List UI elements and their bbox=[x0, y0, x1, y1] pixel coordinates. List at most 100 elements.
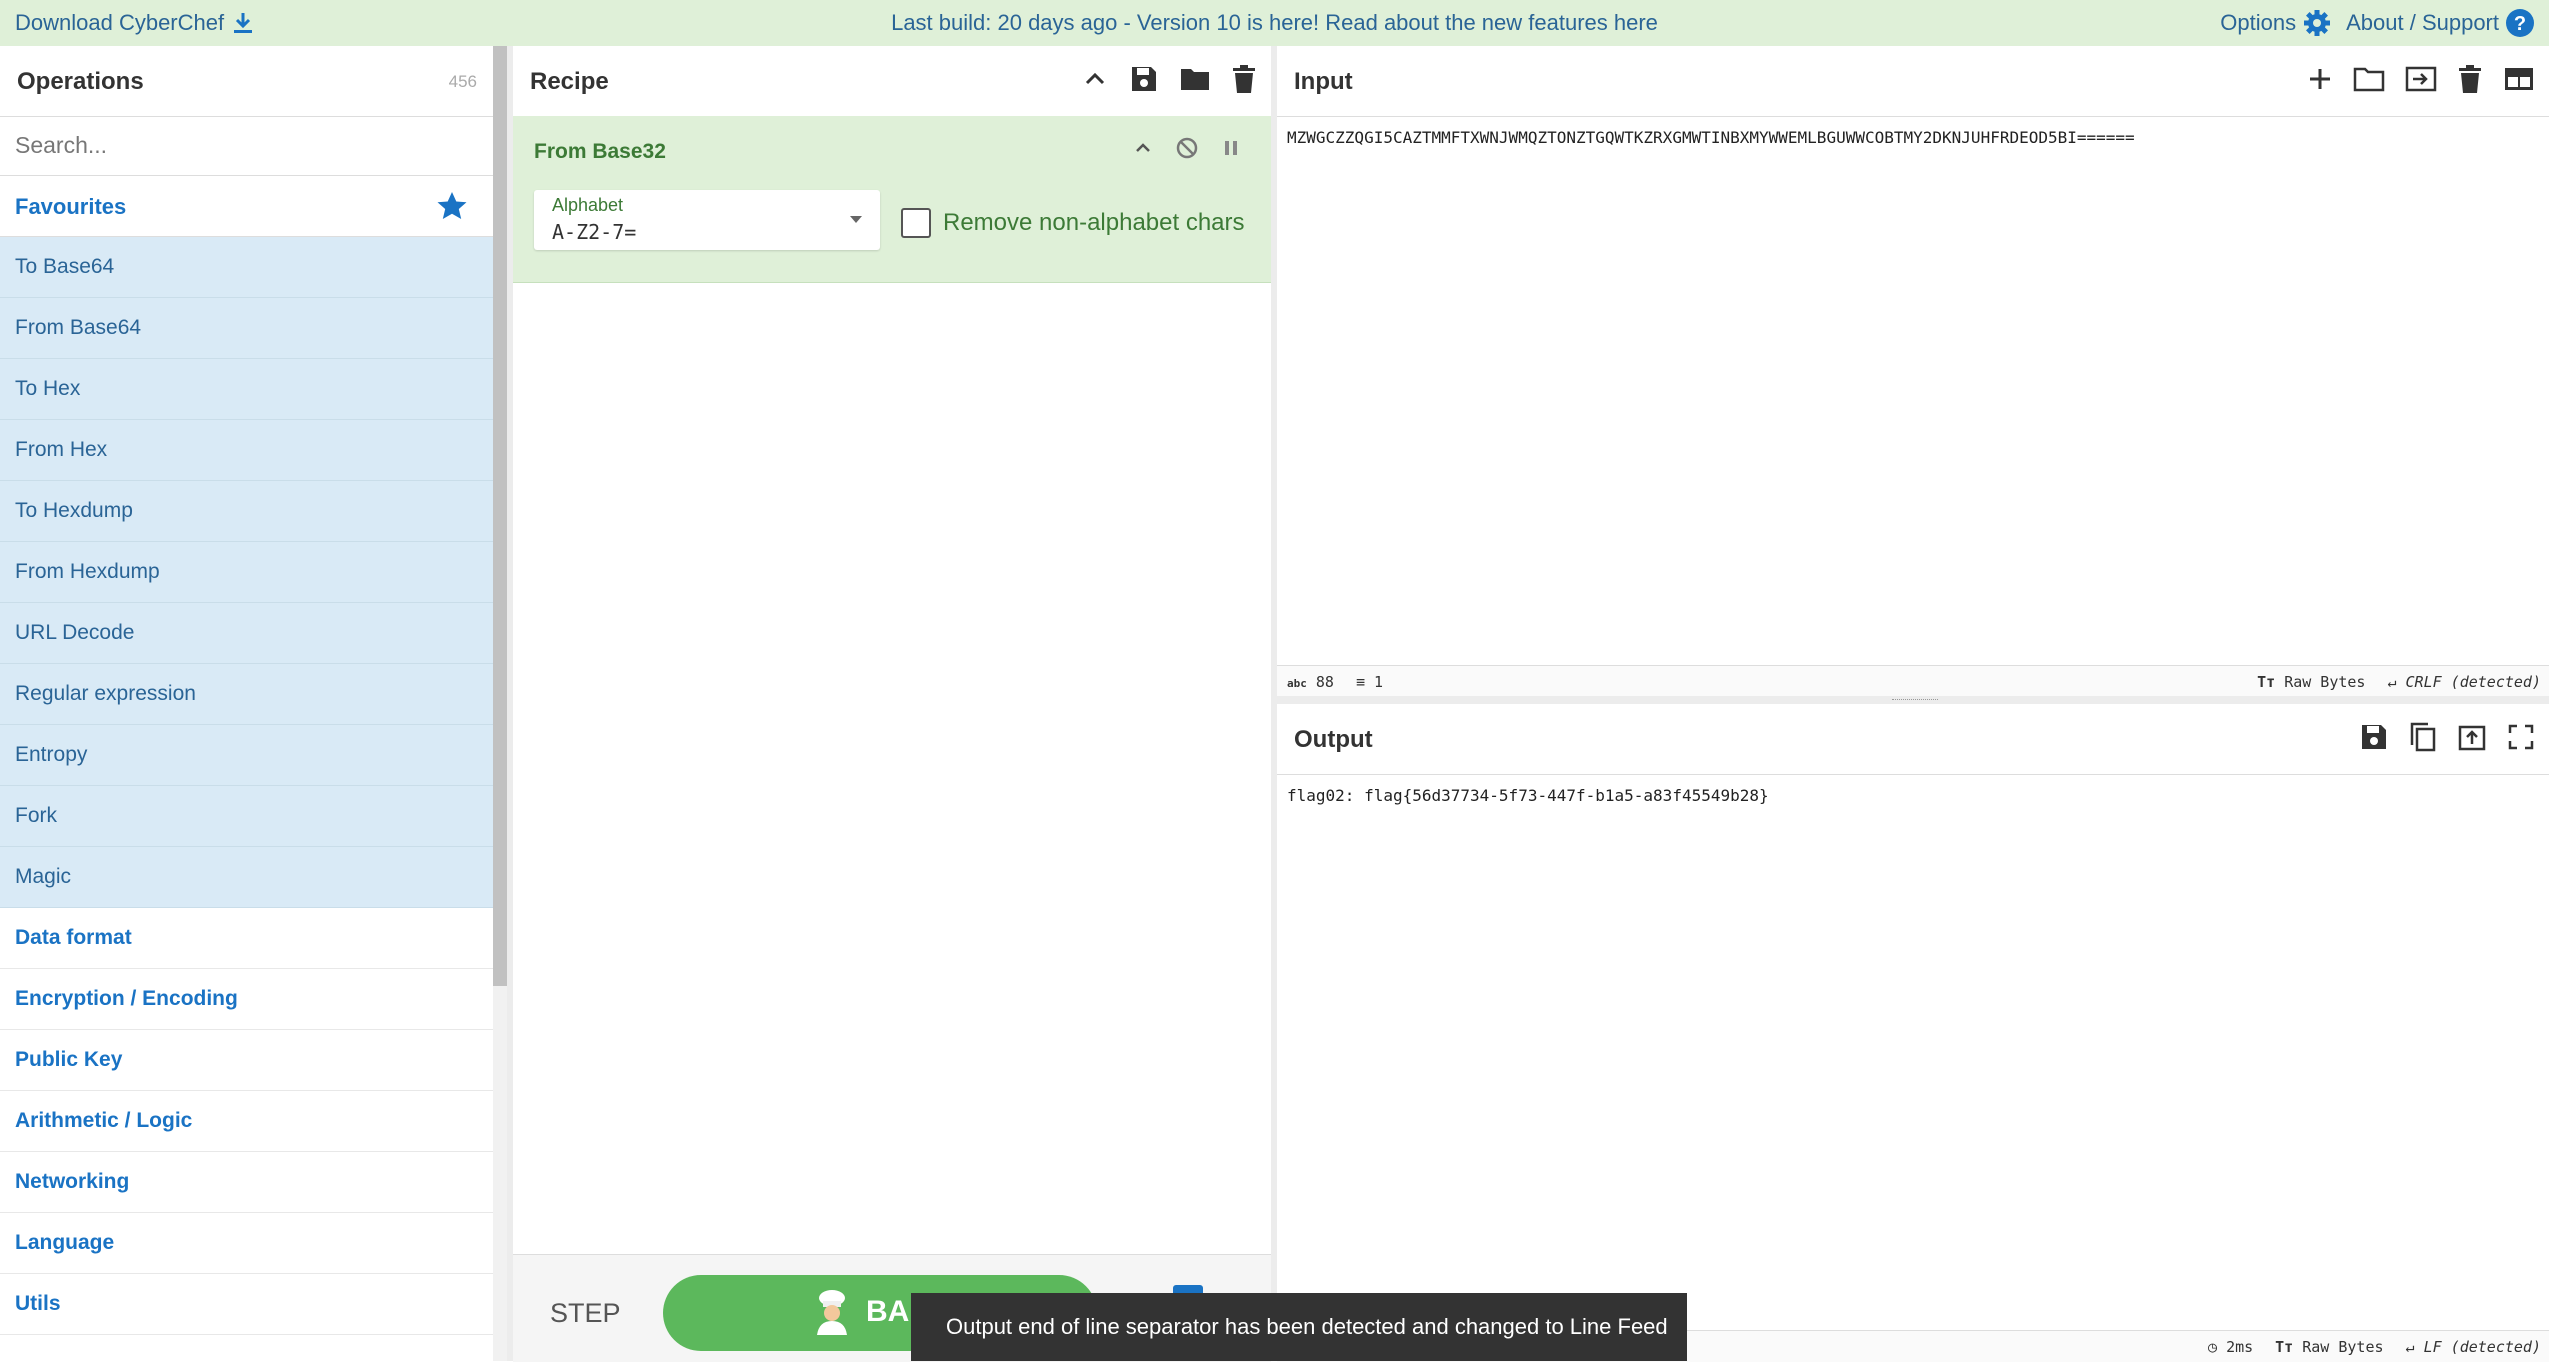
input-header: Input bbox=[1277, 46, 2549, 117]
favourite-op-magic[interactable]: Magic bbox=[0, 847, 493, 908]
replace-input-icon[interactable] bbox=[2457, 722, 2487, 752]
favourite-op-to-hexdump[interactable]: To Hexdump bbox=[0, 481, 493, 542]
category-encryption-encoding[interactable]: Encryption / Encoding bbox=[0, 969, 493, 1030]
op-label: To Hexdump bbox=[15, 499, 133, 522]
star-icon[interactable] bbox=[436, 190, 468, 222]
build-notice[interactable]: Last build: 20 days ago - Version 10 is … bbox=[0, 10, 2549, 36]
remove-non-alphabet-checkbox[interactable] bbox=[901, 208, 931, 238]
input-encoding-selector[interactable]: Tт Raw Bytes bbox=[2257, 673, 2365, 691]
gear-icon bbox=[2304, 10, 2331, 36]
category-public-key[interactable]: Public Key bbox=[0, 1030, 493, 1091]
search-box bbox=[0, 117, 493, 176]
op-label: To Hex bbox=[15, 377, 81, 400]
op-label: From Hex bbox=[15, 438, 108, 461]
category-label: Arithmetic / Logic bbox=[15, 1109, 193, 1132]
output-title: Output bbox=[1294, 726, 1373, 753]
favourite-op-to-hex[interactable]: To Hex bbox=[0, 359, 493, 420]
favourite-op-entropy[interactable]: Entropy bbox=[0, 725, 493, 786]
operations-header: Operations 456 bbox=[0, 46, 493, 117]
step-button[interactable]: STEP bbox=[550, 1298, 621, 1329]
recipe-operation-from-base32[interactable]: From Base32 Alphabet A-Z2-7= Remove non-… bbox=[513, 116, 1271, 283]
maximise-icon[interactable] bbox=[2507, 723, 2535, 751]
favourite-op-to-base64[interactable]: To Base64 bbox=[0, 237, 493, 298]
favourite-op-fork[interactable]: Fork bbox=[0, 786, 493, 847]
add-tab-plus-icon[interactable] bbox=[2307, 66, 2333, 92]
about-support-link[interactable]: About / Support ? bbox=[2346, 8, 2535, 38]
recipe-header: Recipe bbox=[513, 46, 1271, 117]
category-utils[interactable]: Utils bbox=[0, 1274, 493, 1335]
category-label: Networking bbox=[15, 1170, 130, 1193]
clear-input-trash-icon[interactable] bbox=[2457, 64, 2483, 94]
category-arithmetic-logic[interactable]: Arithmetic / Logic bbox=[0, 1091, 493, 1152]
operations-count: 456 bbox=[448, 72, 477, 91]
disable-operation-icon[interactable] bbox=[1175, 136, 1199, 160]
operations-title: Operations bbox=[17, 68, 144, 95]
recipe-panel: Recipe From Base32 Alphabet A-Z2-7= Remo… bbox=[513, 46, 1271, 1362]
notification-toast: Output end of line separator has been de… bbox=[911, 1293, 1687, 1361]
clear-recipe-trash-icon[interactable] bbox=[1231, 64, 1257, 94]
bake-label: BA bbox=[866, 1295, 910, 1328]
favourites-category[interactable]: Favourites bbox=[0, 176, 493, 237]
op-label: Magic bbox=[15, 865, 72, 888]
favourite-op-from-hex[interactable]: From Hex bbox=[0, 420, 493, 481]
copy-output-icon[interactable] bbox=[2409, 722, 2437, 752]
lines-info: ≡ 1 bbox=[1356, 673, 1383, 691]
category-networking[interactable]: Networking bbox=[0, 1152, 493, 1213]
op-label: Entropy bbox=[15, 743, 88, 766]
row-resizer[interactable] bbox=[1277, 696, 2549, 704]
bake-time-info: ◷ 2ms bbox=[2208, 1338, 2253, 1356]
svg-text:?: ? bbox=[2514, 13, 2526, 35]
output-encoding-selector[interactable]: Tт Raw Bytes bbox=[2275, 1338, 2383, 1356]
recipe-operation-name: From Base32 bbox=[534, 140, 666, 163]
favourite-op-url-decode[interactable]: URL Decode bbox=[0, 603, 493, 664]
operations-scroll-thumb[interactable] bbox=[493, 46, 507, 986]
op-label: Regular expression bbox=[15, 682, 196, 705]
op-label: To Base64 bbox=[15, 255, 115, 278]
favourite-op-from-base64[interactable]: From Base64 bbox=[0, 298, 493, 359]
save-output-icon[interactable] bbox=[2359, 722, 2389, 752]
category-language[interactable]: Language bbox=[0, 1213, 493, 1274]
output-eol-selector[interactable]: ↵ LF (detected) bbox=[2406, 1338, 2541, 1356]
toast-message: Output end of line separator has been de… bbox=[946, 1314, 1668, 1339]
favourite-op-regular-expression[interactable]: Regular expression bbox=[0, 664, 493, 725]
help-icon: ? bbox=[2506, 9, 2534, 37]
pause-breakpoint-icon[interactable] bbox=[1221, 138, 1241, 158]
op-label: From Hexdump bbox=[15, 560, 160, 583]
output-text[interactable]: flag02: flag{56d37734-5f73-447f-b1a5-a83… bbox=[1287, 786, 1769, 805]
alphabet-label: Alphabet bbox=[552, 195, 624, 215]
save-recipe-icon[interactable] bbox=[1129, 64, 1159, 94]
category-label: Public Key bbox=[15, 1048, 123, 1071]
abc-icon: abc bbox=[1287, 677, 1307, 690]
input-length: 88 bbox=[1315, 673, 1334, 691]
category-data-format[interactable]: Data format bbox=[0, 908, 493, 969]
favourite-op-from-hexdump[interactable]: From Hexdump bbox=[0, 542, 493, 603]
reset-layout-icon[interactable] bbox=[2503, 66, 2535, 92]
input-eol-selector[interactable]: ↵ CRLF (detected) bbox=[2387, 673, 2541, 691]
input-eol: CRLF (detected) bbox=[2405, 673, 2541, 691]
category-label: Encryption / Encoding bbox=[15, 987, 238, 1010]
output-time: 2ms bbox=[2226, 1338, 2254, 1356]
collapse-all-icon[interactable] bbox=[1081, 65, 1109, 93]
text-encoding-icon: Tт bbox=[2257, 673, 2276, 691]
open-folder-icon[interactable] bbox=[2353, 65, 2385, 93]
output-panel: Output flag02: flag{56d37734-5f73-447f-b… bbox=[1277, 704, 2549, 1362]
open-file-icon[interactable] bbox=[2405, 65, 2437, 93]
options-link[interactable]: Options bbox=[2220, 8, 2332, 38]
collapse-operation-icon[interactable] bbox=[1133, 138, 1153, 158]
lines-icon: ≡ bbox=[1355, 673, 1365, 691]
clock-icon: ◷ bbox=[2208, 1338, 2218, 1356]
about-label: About / Support bbox=[2346, 10, 2499, 35]
op-label: Fork bbox=[15, 804, 57, 827]
input-status-bar: abc 88 ≡ 1 Tт Raw Bytes ↵ CRLF (detected… bbox=[1277, 665, 2549, 697]
length-info: abc 88 bbox=[1287, 673, 1334, 691]
input-text[interactable]: MZWGCZZQGI5CAZTMMFTXWNJWMQZTONZTGQWTKZRX… bbox=[1287, 128, 2135, 147]
top-bar: Download CyberChef Last build: 20 days a… bbox=[0, 0, 2549, 46]
input-lines: 1 bbox=[1374, 673, 1384, 691]
category-label: Data format bbox=[15, 926, 132, 949]
search-input[interactable] bbox=[0, 117, 493, 173]
remove-non-alphabet-option[interactable]: Remove non-alphabet chars bbox=[901, 208, 1245, 238]
alphabet-select[interactable]: Alphabet A-Z2-7= bbox=[534, 190, 880, 250]
text-encoding-icon: Tт bbox=[2275, 1338, 2294, 1356]
category-label: Utils bbox=[15, 1292, 61, 1315]
load-recipe-folder-icon[interactable] bbox=[1179, 65, 1211, 93]
